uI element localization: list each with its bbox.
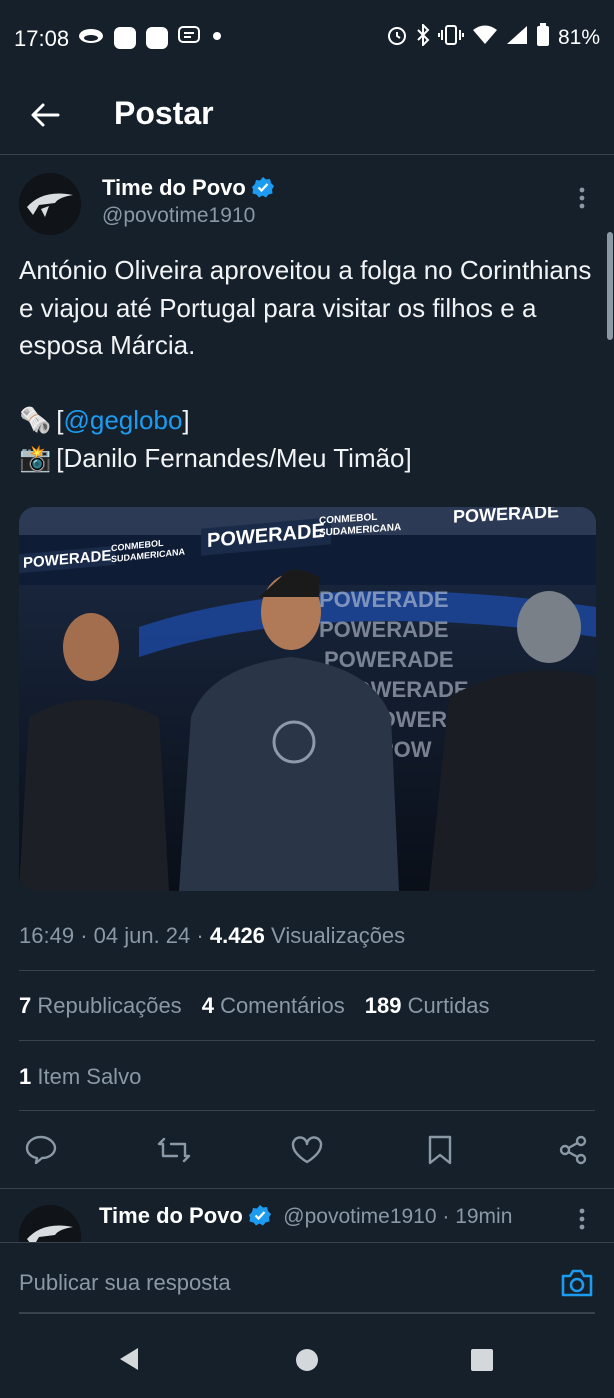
signal-icon xyxy=(506,25,528,51)
likes-count: 189 xyxy=(364,993,402,1018)
bookmark-icon xyxy=(428,1135,452,1165)
nav-back-button[interactable] xyxy=(116,1346,142,1377)
svg-text:POWERADE: POWERADE xyxy=(319,587,449,612)
bookmark-button[interactable] xyxy=(418,1128,462,1172)
reply-input[interactable]: Publicar sua resposta xyxy=(19,1270,231,1296)
tweet-actions xyxy=(19,1128,595,1172)
author-row: Time do Povo xyxy=(102,175,274,203)
compose-underline xyxy=(19,1312,595,1314)
status-right-icons: 81% xyxy=(386,22,600,53)
alarm-icon xyxy=(386,24,408,52)
reposts-stat[interactable]: 7 Republicações xyxy=(19,993,182,1019)
heart-icon xyxy=(291,1136,323,1164)
triangle-back-icon xyxy=(120,1348,138,1370)
like-button[interactable] xyxy=(285,1128,329,1172)
nav-recents-button[interactable] xyxy=(470,1348,494,1377)
reposts-count: 7 xyxy=(19,993,32,1018)
status-time: 17:08 xyxy=(14,26,70,51)
verified-badge-icon xyxy=(248,1204,271,1231)
cast-icon xyxy=(78,27,104,50)
likes-stat[interactable]: 189 Curtidas xyxy=(365,993,490,1019)
share-button[interactable] xyxy=(551,1128,595,1172)
tweet-body: António Oliveira aproveitou a folga no C… xyxy=(19,255,592,360)
views-count: 4.426 xyxy=(209,923,265,948)
separator: · xyxy=(196,923,204,948)
nav-home-button[interactable] xyxy=(294,1347,320,1378)
status-left-icons xyxy=(78,24,224,52)
app-square-icon xyxy=(146,27,168,49)
camera-button[interactable] xyxy=(558,1264,596,1302)
more-vertical-icon xyxy=(579,187,585,209)
reply-more-button[interactable] xyxy=(567,1199,597,1239)
mention-link[interactable]: @geglobo xyxy=(63,405,182,435)
tweet-text: António Oliveira aproveitou a folga no C… xyxy=(19,252,599,477)
separator: · xyxy=(80,923,88,948)
divider xyxy=(19,1110,595,1111)
reply-button[interactable] xyxy=(19,1128,63,1172)
tweet-date: 04 jun. 24 xyxy=(93,923,191,948)
tweet-meta: 16:49 · 04 jun. 24 · 4.426 Visualizações xyxy=(19,923,405,949)
reposts-label: Republicações xyxy=(37,993,182,1018)
divider xyxy=(19,970,595,971)
author-handle[interactable]: @povotime1910 xyxy=(102,204,255,228)
tweet-time: 16:49 xyxy=(19,923,75,948)
comment-icon xyxy=(25,1135,57,1165)
photo-credit: [Danilo Fernandes/Meu Timão] xyxy=(56,442,412,473)
views-label[interactable]: Visualizações xyxy=(271,923,405,948)
message-icon xyxy=(178,25,200,51)
engagement-stats: 7 Republicações 4 Comentários 189 Curtid… xyxy=(19,993,490,1019)
comments-label: Comentários xyxy=(220,993,345,1018)
app-bar: Postar xyxy=(0,78,614,155)
divider xyxy=(19,1040,595,1041)
app-square-icon xyxy=(114,27,136,49)
saved-label: Item Salvo xyxy=(37,1064,142,1089)
page-title: Postar xyxy=(114,95,214,131)
battery-level: 81% xyxy=(557,26,600,49)
share-icon xyxy=(559,1135,587,1165)
vibrate-icon xyxy=(437,24,464,52)
svg-text:POWERADE: POWERADE xyxy=(319,617,449,642)
reply-preview[interactable]: Time do Povo @povotime1910 · 19min xyxy=(0,1188,614,1245)
reply-author-name[interactable]: Time do Povo xyxy=(99,1203,243,1228)
bracket: ] xyxy=(182,405,190,435)
arrow-left-icon xyxy=(31,103,60,127)
system-nav-bar xyxy=(0,1318,614,1398)
status-bar: 17:08 81% xyxy=(0,0,614,78)
dot-icon xyxy=(210,29,224,48)
repost-icon xyxy=(157,1137,191,1163)
more-options-button[interactable] xyxy=(567,178,597,218)
battery-icon xyxy=(536,23,550,53)
circle-home-icon xyxy=(296,1349,318,1371)
verified-badge-icon xyxy=(251,176,274,203)
bluetooth-icon xyxy=(416,22,430,52)
saved-count: 1 xyxy=(19,1064,32,1089)
likes-label: Curtidas xyxy=(407,993,490,1018)
repost-button[interactable] xyxy=(152,1128,196,1172)
scrollbar[interactable] xyxy=(607,232,613,340)
camera-flash-icon: 📸 xyxy=(19,442,52,473)
svg-text:POWERADE: POWERADE xyxy=(324,647,454,672)
saved-stat[interactable]: 1 Item Salvo xyxy=(19,1064,141,1090)
newspaper-icon: 🗞️ xyxy=(19,405,52,435)
author-name[interactable]: Time do Povo xyxy=(102,175,246,200)
wifi-icon xyxy=(472,25,498,51)
reply-handle-time: @povotime1910 · 19min xyxy=(283,1205,513,1228)
avatar[interactable] xyxy=(19,173,81,235)
credit-line: 📸 [Danilo Fernandes/Meu Timão] xyxy=(19,440,599,478)
back-button[interactable] xyxy=(24,94,66,136)
square-recents-icon xyxy=(471,1349,493,1371)
more-vertical-icon xyxy=(579,1208,585,1230)
avatar[interactable] xyxy=(19,1205,81,1245)
source-line: 🗞️ [@geglobo] xyxy=(19,402,599,440)
tweet-image[interactable]: POWERADE POWERADE POWERADE POWERADE POWE… xyxy=(19,507,596,891)
comments-count: 4 xyxy=(201,993,214,1018)
reply-author-row: Time do Povo @povotime1910 · 19min xyxy=(99,1203,512,1231)
comments-stat[interactable]: 4 Comentários xyxy=(202,993,345,1019)
camera-icon xyxy=(561,1269,593,1297)
